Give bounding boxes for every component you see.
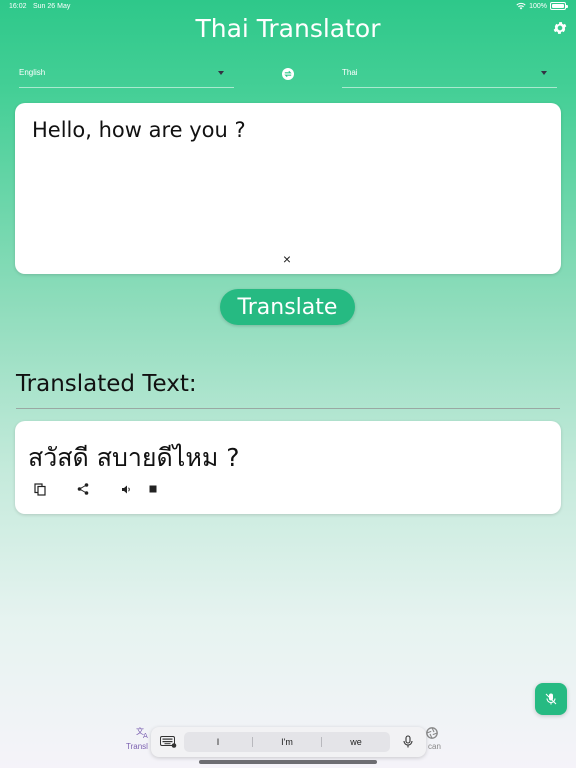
target-language-select[interactable]: Thai — [342, 62, 557, 88]
chevron-down-icon — [541, 71, 547, 75]
source-language-select[interactable]: English — [19, 62, 234, 88]
speaker-icon — [121, 485, 130, 493]
copy-button[interactable] — [32, 481, 48, 497]
stop-button[interactable] — [145, 481, 161, 497]
chevron-down-icon — [218, 71, 224, 75]
result-card: สวัสดี สบายดีไหม ? — [15, 421, 561, 514]
battery-percentage: 100% — [529, 2, 547, 10]
suggestion-item[interactable]: I'm — [253, 737, 321, 747]
gear-icon — [553, 22, 567, 34]
keyboard-suggestion-bar: I I'm we — [151, 727, 426, 757]
microphone-button[interactable] — [535, 683, 567, 715]
close-icon: × — [282, 251, 292, 267]
clear-button[interactable]: × — [281, 251, 293, 267]
copy-icon — [34, 482, 46, 496]
keyboard-icon[interactable] — [160, 736, 177, 748]
source-language-label: English — [19, 68, 46, 77]
result-actions — [15, 481, 215, 497]
dictation-icon[interactable] — [401, 735, 415, 749]
home-indicator — [199, 760, 377, 764]
battery-icon — [550, 2, 568, 10]
status-indicators: 100% — [516, 2, 568, 10]
translated-text-heading: Translated Text: — [16, 371, 197, 397]
share-button[interactable] — [75, 481, 91, 497]
swap-icon — [284, 70, 292, 78]
camera-shutter-icon — [426, 727, 438, 739]
app-title: Thai Translator — [195, 14, 381, 43]
speak-button[interactable] — [118, 481, 134, 497]
status-time: 16:02 — [9, 3, 27, 10]
stop-icon — [149, 485, 157, 493]
tab-translate-label: Transl — [126, 742, 148, 751]
divider — [16, 408, 560, 409]
translated-text: สวัสดี สบายดีไหม ? — [28, 443, 240, 472]
swap-languages-button[interactable] — [282, 68, 294, 80]
translate-icon: 文 A — [136, 726, 148, 739]
status-date: Sun 26 May — [33, 3, 71, 10]
share-icon — [77, 483, 89, 495]
svg-text:A: A — [143, 732, 148, 739]
status-bar: 16:02 Sun 26 May 100% — [0, 0, 576, 14]
suggestion-strip: I I'm we — [184, 732, 390, 752]
suggestion-item[interactable]: I — [184, 737, 252, 747]
microphone-off-icon — [545, 693, 557, 705]
suggestion-item[interactable]: we — [322, 737, 390, 747]
translate-button[interactable]: Translate — [220, 289, 355, 325]
tab-scan-label: can — [428, 742, 441, 751]
settings-button[interactable] — [552, 20, 568, 36]
input-card[interactable]: Hello, how are you ? × — [15, 103, 561, 274]
wifi-icon — [516, 2, 526, 10]
source-text-input[interactable]: Hello, how are you ? — [32, 118, 246, 142]
target-language-label: Thai — [342, 68, 358, 77]
